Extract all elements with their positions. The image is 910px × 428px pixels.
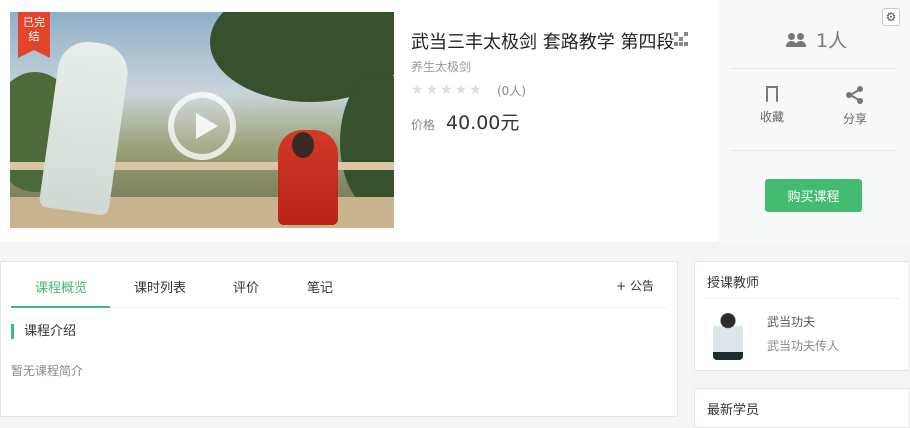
- price-label: 价格: [411, 118, 436, 132]
- latest-students-heading: 最新学员: [707, 403, 760, 418]
- teacher-card: 授课教师 武当功夫 武当功夫传人: [694, 261, 910, 371]
- tab-overview[interactable]: 课程概览: [35, 277, 87, 296]
- course-content-card: 课程概览 课时列表 评价 笔记 + 公告 课程介绍 暂无课程简介: [0, 261, 678, 417]
- teacher-name[interactable]: 武当功夫: [767, 313, 815, 330]
- users-icon: [786, 32, 808, 47]
- tab-notes[interactable]: 笔记: [307, 277, 333, 296]
- announcement-button[interactable]: + 公告: [616, 277, 654, 294]
- divider: [705, 298, 899, 299]
- teacher-description: 武当功夫传人: [767, 339, 840, 353]
- star-icon: ★: [440, 82, 453, 98]
- course-tabs: 课程概览 课时列表 评价 笔记 + 公告: [11, 262, 666, 308]
- section-heading-intro: 课程介绍: [11, 324, 76, 339]
- course-subtitle: 养生太极剑: [411, 60, 472, 74]
- teacher-card-heading: 授课教师: [707, 276, 760, 291]
- rating-stars: ★ ★ ★ ★ ★: [411, 82, 482, 98]
- share-label: 分享: [842, 112, 867, 126]
- latest-students-card: 最新学员: [694, 388, 910, 428]
- course-cover-image[interactable]: [10, 12, 394, 228]
- active-tab-indicator: [11, 306, 110, 308]
- student-count-value: 1人: [816, 30, 848, 52]
- favorite-label: 收藏: [759, 110, 784, 124]
- star-icon: ★: [411, 82, 424, 98]
- divider: [730, 150, 896, 151]
- star-icon: ★: [469, 82, 482, 98]
- star-icon: ★: [425, 82, 439, 98]
- star-icon: ★: [454, 82, 468, 98]
- buy-course-button[interactable]: 购买课程: [765, 179, 862, 212]
- student-count: 1人: [786, 26, 847, 53]
- course-price: 40.00元: [446, 112, 520, 134]
- divider: [730, 68, 896, 69]
- cover-figure: [38, 37, 132, 217]
- favorite-button[interactable]: 收藏: [747, 86, 797, 125]
- tab-reviews[interactable]: 评价: [233, 277, 259, 296]
- teacher-avatar[interactable]: [713, 312, 743, 360]
- qrcode-icon[interactable]: [673, 31, 688, 46]
- completed-badge: 已完结: [18, 12, 50, 58]
- gear-icon[interactable]: ⚙: [882, 8, 900, 26]
- play-icon[interactable]: [168, 92, 236, 160]
- bookmark-icon: [766, 86, 778, 103]
- intro-empty-text: 暂无课程简介: [11, 364, 84, 378]
- share-button[interactable]: 分享: [830, 86, 880, 127]
- rating-count: (0人): [497, 84, 526, 98]
- share-icon: [846, 86, 864, 104]
- cover-figure-head: [292, 132, 314, 158]
- course-title: 武当三丰太极剑 套路教学 第四段: [411, 32, 675, 53]
- tab-lessons[interactable]: 课时列表: [134, 277, 186, 296]
